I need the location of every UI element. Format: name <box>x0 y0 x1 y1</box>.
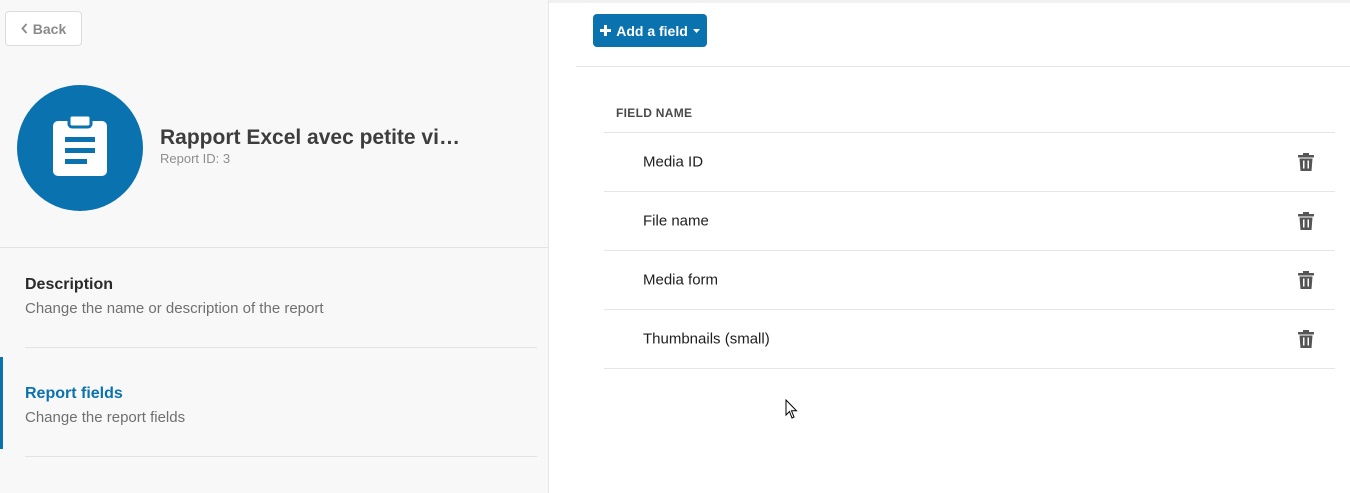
report-avatar <box>17 85 143 211</box>
table-row: File name <box>604 192 1335 251</box>
add-field-button-label: Add a field <box>616 22 688 39</box>
field-name: File name <box>643 212 709 230</box>
plus-icon <box>600 25 612 36</box>
trash-icon[interactable] <box>1298 271 1314 289</box>
clipboard-list-icon <box>52 113 108 182</box>
divider <box>25 347 537 348</box>
back-button-label: Back <box>32 20 67 37</box>
sidebar-item-report-fields[interactable]: Report fields Change the report fields <box>0 357 548 456</box>
field-name: Media ID <box>643 153 704 171</box>
mouse-cursor-icon <box>785 398 799 420</box>
column-header-field-name: FIELD NAME <box>616 106 693 120</box>
sidebar-item-subtitle: Change the report fields <box>25 409 186 426</box>
report-id: Report ID: 3 <box>160 151 231 166</box>
top-border <box>549 0 1350 3</box>
table-row: Media ID <box>604 133 1335 192</box>
add-field-button[interactable]: Add a field <box>593 14 707 47</box>
field-name: Thumbnails (small) <box>643 330 770 348</box>
trash-icon[interactable] <box>1298 212 1314 230</box>
divider <box>576 66 1350 67</box>
settings-sidebar: Back Rapport Excel avec petite vign... R… <box>0 0 549 493</box>
sidebar-item-description[interactable]: Description Change the name or descripti… <box>0 248 548 347</box>
table-row: Thumbnails (small) <box>604 310 1335 369</box>
field-name: Media form <box>643 271 719 289</box>
trash-icon[interactable] <box>1298 330 1314 348</box>
chevron-left-icon <box>21 23 28 34</box>
sidebar-item-title: Report fields <box>25 385 123 402</box>
divider <box>25 456 537 457</box>
back-button[interactable]: Back <box>5 11 82 46</box>
trash-icon[interactable] <box>1298 153 1314 171</box>
table-row: Media form <box>604 251 1335 310</box>
sidebar-item-subtitle: Change the name or description of the re… <box>25 300 324 317</box>
sidebar-item-title: Description <box>25 276 114 293</box>
report-title: Rapport Excel avec petite vign... <box>160 126 460 149</box>
caret-down-icon <box>692 28 700 33</box>
